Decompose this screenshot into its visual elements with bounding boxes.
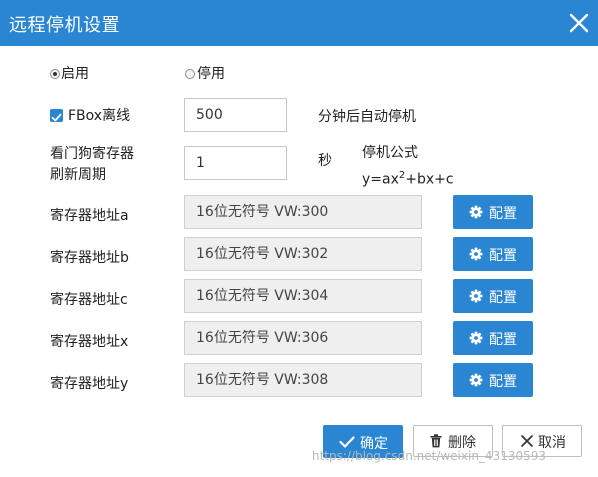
fbox-offline-suffix: 分钟后自动停机: [318, 109, 416, 125]
register-x-label: 寄存器地址x: [50, 334, 129, 350]
disable-radio[interactable]: [185, 69, 195, 79]
register-x-config-button[interactable]: 配置: [453, 321, 533, 355]
register-c-config-label: 配置: [489, 290, 517, 306]
register-a-config-button[interactable]: 配置: [453, 195, 533, 229]
disable-radio-label: 停用: [197, 66, 225, 82]
checkmark-icon: [51, 113, 62, 122]
gear-icon: [469, 247, 483, 261]
fbox-offline-checkbox[interactable]: [50, 109, 63, 122]
watchdog-unit: 秒: [318, 153, 332, 169]
register-c-config-button[interactable]: 配置: [453, 279, 533, 313]
close-icon: [521, 435, 533, 447]
register-b-field: 16位无符号 VW:302: [184, 237, 422, 271]
trash-icon: [430, 434, 442, 448]
formula-title: 停机公式: [362, 145, 418, 161]
watchdog-label-line1: 看门狗寄存器: [50, 146, 134, 162]
register-b-config-label: 配置: [489, 248, 517, 264]
gear-icon: [469, 373, 483, 387]
register-a-label: 寄存器地址a: [50, 208, 129, 224]
formula-expr-start: y=ax: [362, 171, 399, 188]
register-b-label: 寄存器地址b: [50, 250, 129, 266]
gear-icon: [469, 331, 483, 345]
register-y-field: 16位无符号 VW:308: [184, 363, 422, 397]
register-c-field: 16位无符号 VW:304: [184, 279, 422, 313]
register-y-config-button[interactable]: 配置: [453, 363, 533, 397]
register-a-config-label: 配置: [489, 206, 517, 222]
enable-radio[interactable]: [50, 69, 60, 79]
watermark: https://blog.csdn.net/weixin_43130593: [312, 449, 547, 463]
watchdog-period-input[interactable]: 1: [184, 146, 287, 180]
register-x-config-label: 配置: [489, 332, 517, 348]
register-x-field: 16位无符号 VW:306: [184, 321, 422, 355]
register-a-field: 16位无符号 VW:300: [184, 195, 422, 229]
check-icon: [339, 436, 355, 448]
title-bar: 远程停机设置: [0, 0, 598, 46]
gear-icon: [469, 289, 483, 303]
formula-expression: y=ax2+bx+c: [362, 167, 454, 189]
gear-icon: [469, 205, 483, 219]
register-y-config-label: 配置: [489, 374, 517, 390]
register-y-label: 寄存器地址y: [50, 376, 129, 392]
fbox-offline-label: FBox离线: [68, 108, 131, 124]
fbox-offline-minutes-input[interactable]: 500: [184, 98, 287, 132]
register-c-label: 寄存器地址c: [50, 292, 128, 308]
close-icon[interactable]: [568, 12, 590, 34]
formula-expr-end: +bx+c: [405, 171, 454, 188]
enable-radio-label: 启用: [61, 66, 89, 82]
dialog-title: 远程停机设置: [9, 15, 120, 36]
register-b-config-button[interactable]: 配置: [453, 237, 533, 271]
watchdog-label-line2: 刷新周期: [50, 167, 106, 183]
